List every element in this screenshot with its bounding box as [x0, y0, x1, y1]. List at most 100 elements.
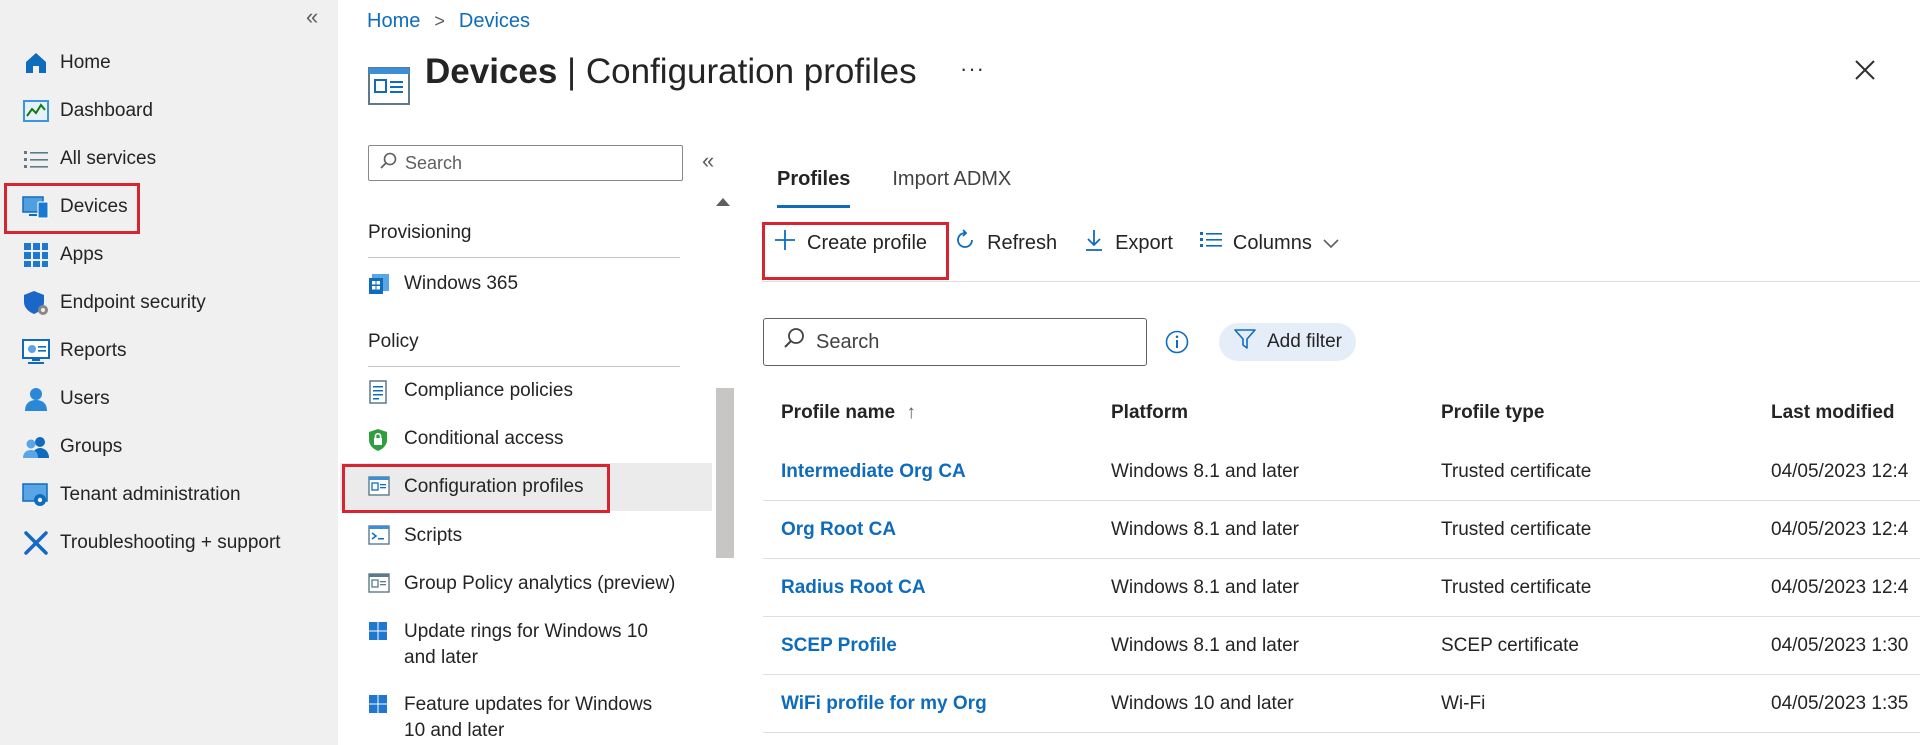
nav-item-reports[interactable]: Reports	[0, 328, 338, 374]
search-icon	[379, 152, 397, 175]
left-nav: « Home Dashboard All services Devices Ap…	[0, 0, 338, 745]
nav-label-devices: Devices	[60, 196, 128, 217]
tab-import-admx[interactable]: Import ADMX	[892, 168, 1011, 208]
column-header-last-modified[interactable]: Last modified	[1771, 402, 1895, 424]
toolbar: Create profile Refresh Export Columns	[770, 228, 1366, 258]
breadcrumb: Home > Devices	[367, 10, 530, 33]
platform-cell: Windows 8.1 and later	[1111, 634, 1299, 656]
windows-logo-icon	[368, 621, 390, 643]
profile-name-link[interactable]: SCEP Profile	[781, 617, 897, 674]
menu-label-scripts: Scripts	[404, 525, 463, 546]
menu-item-compliance-policies[interactable]: Compliance policies	[340, 378, 712, 420]
profile-type-cell: SCEP certificate	[1441, 634, 1579, 656]
profile-type-cell: Wi-Fi	[1441, 692, 1486, 714]
close-icon[interactable]	[1853, 58, 1877, 82]
nav-item-endpoint-security[interactable]: Endpoint security	[0, 280, 338, 326]
menu-label-compliance-policies: Compliance policies	[404, 380, 573, 401]
list-icon	[22, 145, 50, 173]
profile-name-link[interactable]: Org Root CA	[781, 501, 896, 558]
nav-item-all-services[interactable]: All services	[0, 136, 338, 182]
menu-label-update-rings-line1: Update rings for Windows 10	[404, 621, 648, 642]
more-options-button[interactable]: ···	[960, 56, 985, 82]
platform-cell: Windows 8.1 and later	[1111, 576, 1299, 598]
profile-name-link[interactable]: Radius Root CA	[781, 559, 926, 616]
column-header-profile-name[interactable]: Profile name ↑	[781, 402, 916, 424]
lock-shield-icon	[368, 428, 390, 451]
info-icon[interactable]	[1165, 330, 1189, 354]
table-row: Intermediate Org CA Windows 8.1 and late…	[763, 443, 1920, 501]
add-filter-label: Add filter	[1267, 331, 1342, 352]
menu-search-input[interactable]: Search	[368, 145, 683, 181]
nav-label-endpoint-security: Endpoint security	[60, 292, 206, 313]
section-policy: Policy	[368, 331, 419, 352]
download-icon	[1083, 228, 1105, 258]
refresh-button[interactable]: Refresh	[953, 228, 1057, 258]
nav-label-all-services: All services	[60, 148, 157, 169]
nav-label-home: Home	[60, 52, 111, 73]
collapse-menu-button[interactable]: «	[702, 148, 714, 174]
breadcrumb-home-link[interactable]: Home	[367, 10, 420, 33]
plus-icon	[773, 228, 797, 258]
nav-item-apps[interactable]: Apps	[0, 232, 338, 278]
script-terminal-icon	[368, 525, 390, 547]
menu-label-windows-365: Windows 365	[404, 273, 519, 294]
platform-cell: Windows 8.1 and later	[1111, 518, 1299, 540]
last-modified-cell: 04/05/2023 1:35	[1771, 692, 1909, 714]
nav-item-groups[interactable]: Groups	[0, 424, 338, 470]
profile-name-link[interactable]: WiFi profile for my Org	[781, 675, 987, 732]
export-button[interactable]: Export	[1083, 228, 1173, 258]
menu-item-configuration-profiles[interactable]: Configuration profiles	[340, 463, 712, 511]
user-icon	[22, 385, 50, 413]
nav-item-troubleshooting[interactable]: Troubleshooting + support	[0, 520, 338, 566]
last-modified-cell: 04/05/2023 12:4	[1771, 518, 1909, 540]
nav-item-home[interactable]: Home	[0, 40, 338, 86]
sort-ascending-icon: ↑	[906, 402, 916, 423]
columns-button[interactable]: Columns	[1199, 229, 1340, 257]
nav-item-users[interactable]: Users	[0, 376, 338, 422]
nav-label-dashboard: Dashboard	[60, 100, 153, 121]
section-provisioning: Provisioning	[368, 222, 472, 243]
last-modified-cell: 04/05/2023 12:4	[1771, 576, 1909, 598]
section-divider	[368, 257, 680, 258]
nav-item-devices[interactable]: Devices	[0, 184, 338, 230]
windows-logo-icon	[368, 694, 390, 716]
profile-name-link[interactable]: Intermediate Org CA	[781, 443, 966, 500]
filter-funnel-icon	[1233, 328, 1257, 356]
page-title: Devices | Configuration profiles	[425, 52, 917, 92]
menu-label-configuration-profiles: Configuration profiles	[404, 476, 584, 497]
section-divider	[368, 366, 680, 367]
profiles-search-placeholder: Search	[816, 330, 880, 353]
menu-scrollbar[interactable]	[712, 192, 734, 745]
menu-item-conditional-access[interactable]: Conditional access	[340, 426, 712, 468]
page-title-separator: |	[557, 52, 586, 91]
menu-item-windows-365[interactable]: Windows 365	[340, 271, 712, 313]
menu-item-feature-updates[interactable]: Feature updates for Windows 10 and later	[340, 692, 712, 745]
menu-item-update-rings[interactable]: Update rings for Windows 10 and later	[340, 619, 712, 675]
group-policy-icon	[368, 573, 390, 595]
columns-list-icon	[1199, 229, 1223, 257]
menu-label-update-rings: Update rings for Windows 10 and later	[404, 619, 648, 671]
column-header-profile-type[interactable]: Profile type	[1441, 402, 1544, 424]
scroll-up-arrow-icon[interactable]	[716, 198, 730, 206]
table-row: Radius Root CA Windows 8.1 and later Tru…	[763, 559, 1920, 617]
menu-item-scripts[interactable]: Scripts	[340, 523, 712, 565]
nav-item-tenant-administration[interactable]: Tenant administration	[0, 472, 338, 518]
tab-profiles[interactable]: Profiles	[777, 168, 851, 208]
export-label: Export	[1115, 231, 1173, 254]
scrollbar-thumb[interactable]	[716, 388, 734, 558]
breadcrumb-devices-link[interactable]: Devices	[459, 10, 530, 33]
add-filter-button[interactable]: Add filter	[1219, 323, 1356, 361]
collapse-nav-button[interactable]: «	[306, 4, 318, 30]
nav-item-dashboard[interactable]: Dashboard	[0, 88, 338, 134]
menu-label-conditional-access: Conditional access	[404, 428, 564, 449]
profiles-search-input[interactable]: Search	[763, 318, 1147, 366]
shield-gear-icon	[22, 289, 50, 317]
menu-item-group-policy-analytics[interactable]: Group Policy analytics (preview)	[340, 571, 712, 613]
create-profile-button[interactable]: Create profile	[770, 228, 927, 258]
chevron-down-icon	[1322, 232, 1340, 255]
search-icon	[782, 327, 806, 357]
column-header-platform[interactable]: Platform	[1111, 402, 1188, 424]
toolbar-divider	[762, 281, 1920, 282]
menu-label-update-rings-line2: and later	[404, 647, 478, 668]
menu-label-feature-updates-line1: Feature updates for Windows	[404, 694, 653, 715]
